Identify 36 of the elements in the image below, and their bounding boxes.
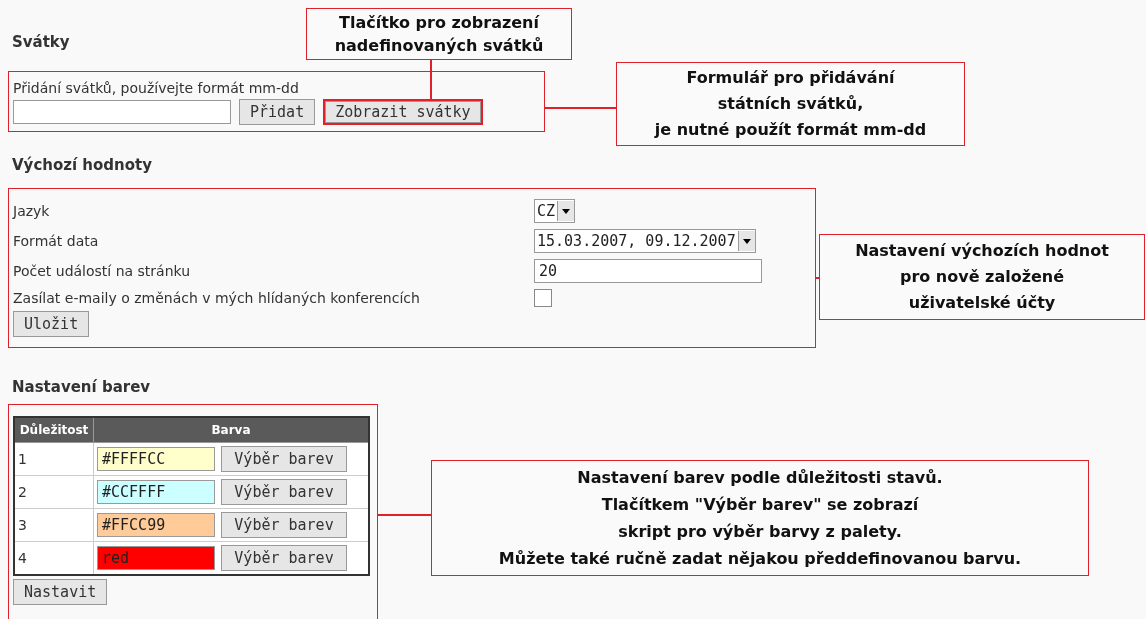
callout: Formulář pro přidávání státních svátků, je nutné použít formát mm-dd [616,62,965,146]
button[interactable]: Přidat [239,99,316,125]
input-field[interactable] [13,100,231,124]
field-label: Jazyk [13,203,51,219]
dropdown[interactable]: 15.03.2007, 09.12.2007 [534,229,756,253]
table-cell: 2 [14,475,94,509]
callout: Nastavení výchozích hodnot pro nově založené uživatelské účty [819,234,1145,320]
color-picker-button[interactable]: Výběr barev [221,479,347,505]
column-header: Důležitost [14,417,94,443]
caret-icon [737,231,755,251]
color-input[interactable]: #CCFFFF [97,480,215,504]
submit-button[interactable]: Nastavit [13,579,108,605]
input-field[interactable]: 20 [534,259,762,283]
section-heading: Svátky [12,33,70,51]
table-cell: 3 [14,508,94,542]
table-cell: 1 [14,442,94,476]
field-label: Přidání svátků, používejte formát mm-dd [13,80,299,96]
callout: Tlačítko pro zobrazení nadefinovaných svátků [306,8,572,60]
color-picker-button[interactable]: Výběr barev [221,545,347,571]
color-input[interactable]: red [97,546,215,570]
checkbox[interactable] [534,289,552,307]
color-input[interactable]: #FFFFCC [97,447,215,471]
callout: Nastavení barev podle důležitosti stavů. Tlačítkem "Výběr barev" se zobrazí skript pro výběr barvy z palety. Můžete také ručně zadat nějakou předdefinovanou barvu. [431,460,1089,576]
caret-icon [557,201,575,221]
section-heading: Nastavení barev [12,378,151,396]
color-picker-button[interactable]: Výběr barev [221,512,347,538]
save-button[interactable]: Uložit [13,311,90,337]
button[interactable]: Zobrazit svátky [323,99,483,125]
field-label: Počet událostí na stránku [13,263,192,279]
color-input[interactable]: #FFCC99 [97,513,215,537]
color-picker-button[interactable]: Výběr barev [221,446,347,472]
field-label: Formát data [13,233,100,249]
field-label: Zasílat e-maily o změnách v mých hlídaných konferencích [13,290,421,306]
section-heading: Výchozí hodnoty [12,156,152,174]
dropdown[interactable]: CZ [534,199,576,223]
column-header: Barva [93,417,369,443]
